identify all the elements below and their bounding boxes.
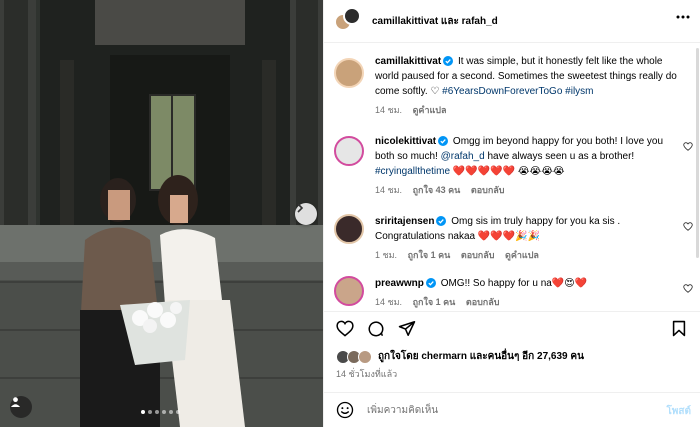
comment-username[interactable]: preawwnp [375,278,424,289]
comment-meta: 1 ชม. ถูกใจ 1 คน ตอบกลับ ดูคำแปล [375,248,680,263]
hashtag-link[interactable]: #6YearsDownForeverToGo #ilysm [442,86,593,97]
post-header: camillakittivat และ rafah_d [324,0,700,43]
comment-time[interactable]: 1 ชม. [375,250,397,260]
comment-username[interactable]: nicolekittivat [375,136,436,147]
comments-list[interactable]: camillakittivat It was simple, but it ho… [324,44,700,311]
likes-summary[interactable]: ถูกใจโดย chermarn และคนอื่นๆ อีก 27,639 … [336,349,584,364]
translate-link[interactable]: ดูคำแปล [413,105,447,115]
like-heart-icon[interactable] [336,320,354,337]
add-comment-bar: โพสต์ [324,392,700,427]
likers-avatars[interactable] [336,349,374,364]
more-options-icon[interactable] [676,15,690,19]
carousel-dot [155,410,159,414]
chevron-right-icon [297,203,304,213]
comment-text: OMG!! So happy for u na❤️😍❤️ [440,278,588,289]
verified-badge-icon [443,56,454,66]
person-icon [10,397,21,407]
comment-username[interactable]: sriritajensen [375,216,434,227]
carousel-dot [162,410,166,414]
carousel-dot [169,410,173,414]
carousel-indicator [141,410,180,414]
post-comment-button[interactable]: โพสต์ [666,404,691,419]
like-comment-heart-icon[interactable] [683,142,693,151]
comment-time[interactable]: 14 ชม. [375,185,402,195]
comment-username[interactable]: camillakittivat [375,56,441,67]
comment-time[interactable]: 14 ชม. [375,105,402,115]
likes-count-text[interactable]: ถูกใจโดย chermarn และคนอื่นๆ อีก 27,639 … [378,349,584,364]
avatar[interactable] [334,214,364,244]
post-photo[interactable] [0,0,323,427]
comment-text: have always seen u as a brother! [487,151,635,162]
reply-button[interactable]: ตอบกลับ [461,250,495,260]
post-modal: camillakittivat และ rafah_d camillakitti… [0,0,700,427]
avatar[interactable] [334,58,364,88]
comment-likes[interactable]: ถูกใจ 1 คน [408,250,451,260]
translate-link[interactable]: ดูคำแปล [505,250,539,260]
action-bar [324,311,700,347]
comments-scrollbar[interactable] [696,48,699,258]
reply-button[interactable]: ตอบกลับ [471,185,505,195]
like-comment-heart-icon[interactable] [683,284,693,293]
comment-emoji: ❤️❤️❤️❤️❤️ 😭😭😭😭 [452,166,565,177]
comment-meta: 14 ชม. ดูคำแปล [375,103,680,118]
carousel-dot [141,410,145,414]
comment-meta: 14 ชม. ถูกใจ 43 คน ตอบกลับ [375,183,680,198]
next-slide-button[interactable] [295,203,317,225]
post-time[interactable]: 14 ชั่วโมงที่แล้ว [336,367,397,381]
comment-likes[interactable]: ถูกใจ 43 คน [413,185,461,195]
avatar[interactable] [334,136,364,166]
verified-badge-icon [436,216,447,226]
share-paper-plane-icon[interactable] [398,320,416,337]
verified-badge-icon [438,136,449,146]
comment-time[interactable]: 14 ชม. [375,297,402,307]
tagged-users-button[interactable] [10,396,32,418]
owner-names[interactable]: camillakittivat และ rafah_d [372,14,498,29]
photo-illustration [0,0,323,427]
carousel-dot [148,410,152,414]
hashtag-link[interactable]: #cryingallthetime [375,166,450,177]
verified-badge-icon [425,278,436,288]
save-bookmark-icon[interactable] [672,320,686,337]
avatar[interactable] [334,276,364,306]
comment-likes[interactable]: ถูกใจ 1 คน [413,297,456,307]
carousel-dot [176,410,180,414]
post-side-panel: camillakittivat และ rafah_d camillakitti… [323,0,700,427]
like-comment-heart-icon[interactable] [683,222,693,231]
comment-input[interactable] [367,401,627,419]
reply-button[interactable]: ตอบกลับ [466,297,500,307]
owners-avatar[interactable] [334,7,362,35]
emoji-icon[interactable] [336,401,354,419]
mention-link[interactable]: @rafah_d [441,151,485,162]
comment-meta: 14 ชม. ถูกใจ 1 คน ตอบกลับ [375,295,680,310]
comment-bubble-icon[interactable] [367,320,385,338]
